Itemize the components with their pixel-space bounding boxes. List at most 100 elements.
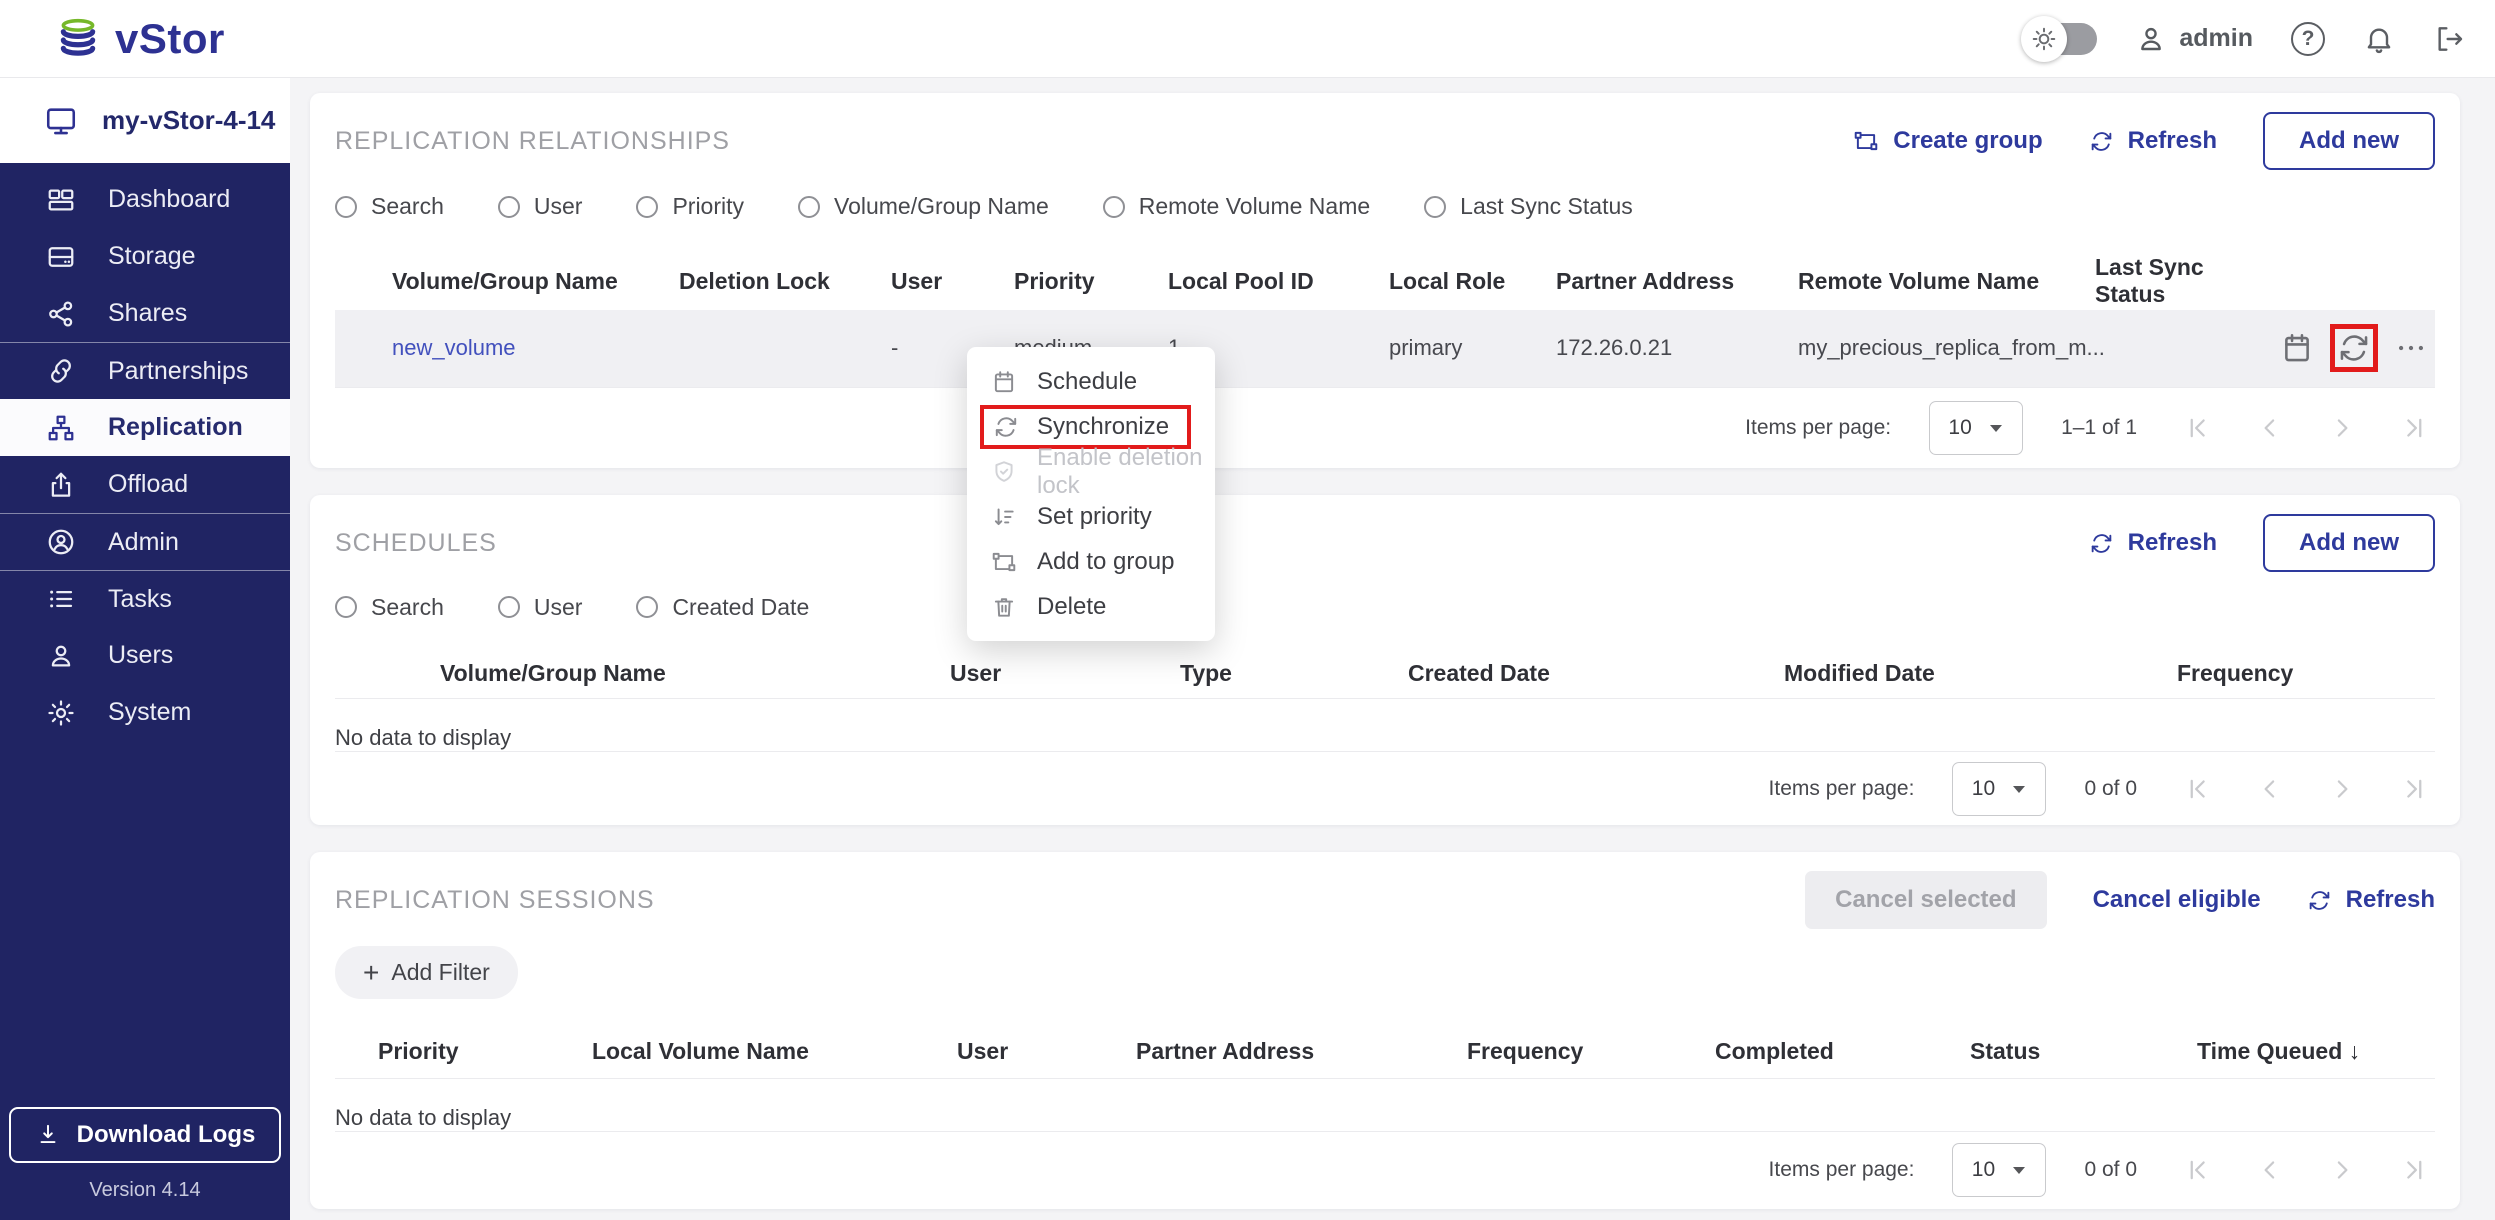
pager: [2183, 774, 2429, 804]
synchronize-icon[interactable]: [2337, 331, 2371, 365]
sidebar-item-system[interactable]: System: [0, 684, 290, 741]
filter-radio[interactable]: Created Date: [636, 594, 809, 621]
schedules-table-header: Volume/Group NameUserTypeCreated DateMod…: [335, 649, 2435, 699]
refresh-icon: [2089, 531, 2114, 556]
column-header[interactable]: Volume/Group Name: [440, 660, 950, 687]
sidebar-footer: Download Logs Version 4.14: [0, 1107, 290, 1220]
column-header[interactable]: Local Pool ID: [1168, 268, 1389, 295]
refresh-button[interactable]: Refresh: [2089, 529, 2217, 557]
filter-radio[interactable]: Remote Volume Name: [1103, 193, 1370, 220]
theme-toggle[interactable]: [2029, 23, 2097, 55]
column-header[interactable]: Priority: [1014, 268, 1168, 295]
download-logs-button[interactable]: Download Logs: [9, 1107, 282, 1163]
column-header[interactable]: Frequency: [1467, 1038, 1715, 1065]
first-page-icon[interactable]: [2183, 413, 2213, 443]
user-menu[interactable]: admin: [2135, 23, 2253, 55]
object-group-icon: [1853, 128, 1879, 154]
refresh-button[interactable]: Refresh: [2307, 886, 2435, 914]
chevron-down-icon: [1988, 422, 2004, 434]
logout-icon[interactable]: [2433, 23, 2465, 55]
sidebar-item-partnerships[interactable]: Partnerships: [0, 342, 290, 399]
filter-radio[interactable]: Last Sync Status: [1424, 193, 1633, 220]
create-group-button[interactable]: Create group: [1853, 127, 2042, 155]
column-header[interactable]: Modified Date: [1784, 660, 2177, 687]
menu-item-delete[interactable]: Delete: [967, 584, 1215, 629]
server-name-item[interactable]: my-vStor-4-14: [0, 78, 290, 163]
radio-icon: [636, 596, 658, 618]
synchronize-highlight-annotation: [2330, 324, 2378, 372]
last-page-icon[interactable]: [2399, 413, 2429, 443]
last-page-icon[interactable]: [2399, 1155, 2429, 1185]
add-new-button[interactable]: Add new: [2263, 514, 2435, 572]
sidebar-item-replication[interactable]: Replication: [0, 399, 290, 456]
filter-radio[interactable]: Priority: [636, 193, 744, 220]
column-header[interactable]: User: [891, 268, 1014, 295]
volume-name-link[interactable]: new_volume: [392, 335, 679, 361]
object-group-icon: [991, 549, 1017, 575]
menu-item-label: Set priority: [1037, 503, 1152, 531]
sidebar-item-storage[interactable]: Storage: [0, 228, 290, 285]
page-size-select[interactable]: 10: [1952, 1143, 2046, 1197]
help-icon[interactable]: ?: [2291, 22, 2325, 56]
cancel-eligible-button[interactable]: Cancel eligible: [2093, 886, 2261, 914]
previous-page-icon[interactable]: [2255, 413, 2285, 443]
filter-radio[interactable]: Volume/Group Name: [798, 193, 1049, 220]
sidebar-item-users[interactable]: Users: [0, 627, 290, 684]
sidebar-item-label: Storage: [108, 242, 196, 271]
page-size-select[interactable]: 10: [1952, 762, 2046, 816]
column-header[interactable]: Priority: [378, 1038, 592, 1065]
column-header[interactable]: Remote Volume Name: [1798, 268, 2095, 295]
menu-item-enable-deletion-lock[interactable]: Enable deletion lock: [967, 449, 1215, 494]
add-new-button[interactable]: Add new: [2263, 112, 2435, 170]
more-actions-ellipsis-icon[interactable]: [2394, 331, 2428, 365]
next-page-icon[interactable]: [2327, 413, 2357, 443]
main-content: REPLICATION RELATIONSHIPS Create group R…: [290, 78, 2495, 1220]
column-header[interactable]: User: [950, 660, 1180, 687]
column-header[interactable]: Partner Address: [1556, 268, 1798, 295]
column-header[interactable]: Completed: [1715, 1038, 1970, 1065]
column-header[interactable]: Created Date: [1408, 660, 1784, 687]
sidebar-item-dashboard[interactable]: Dashboard: [0, 171, 290, 228]
menu-item-synchronize[interactable]: Synchronize: [967, 404, 1215, 449]
column-header[interactable]: Frequency: [2177, 660, 2435, 687]
page-size-select[interactable]: 10: [1929, 401, 2023, 455]
synchronize-highlight-annotation: Synchronize: [980, 405, 1191, 449]
next-page-icon[interactable]: [2327, 774, 2357, 804]
first-page-icon[interactable]: [2183, 1155, 2213, 1185]
sidebar-item-admin[interactable]: Admin: [0, 513, 290, 570]
column-header[interactable]: Local Volume Name: [592, 1038, 957, 1065]
filter-radio[interactable]: User: [498, 193, 583, 220]
column-header[interactable]: Time Queued ↓: [2197, 1038, 2435, 1065]
column-header[interactable]: Partner Address: [1136, 1038, 1467, 1065]
column-header[interactable]: Last Sync Status: [2095, 254, 2280, 308]
column-header[interactable]: Deletion Lock: [679, 268, 891, 295]
last-page-icon[interactable]: [2399, 774, 2429, 804]
relationship-row[interactable]: new_volume - medium 1 primary 172.26.0.2…: [335, 310, 2435, 387]
refresh-button[interactable]: Refresh: [2089, 127, 2217, 155]
relationships-filters: Search User Priority Volume/Grou: [335, 189, 2435, 225]
column-header[interactable]: Type: [1180, 660, 1408, 687]
previous-page-icon[interactable]: [2255, 774, 2285, 804]
column-header[interactable]: User: [957, 1038, 1136, 1065]
notifications-bell-icon[interactable]: [2363, 23, 2395, 55]
sidebar-item-shares[interactable]: Shares: [0, 285, 290, 342]
next-page-icon[interactable]: [2327, 1155, 2357, 1185]
sidebar-item-tasks[interactable]: Tasks: [0, 570, 290, 627]
add-filter-button[interactable]: + Add Filter: [335, 946, 518, 999]
column-header[interactable]: Local Role: [1389, 268, 1556, 295]
schedule-calendar-icon[interactable]: [2280, 331, 2314, 365]
sidebar-item-offload[interactable]: Offload: [0, 456, 290, 513]
column-header[interactable]: Status: [1970, 1038, 2197, 1065]
previous-page-icon[interactable]: [2255, 1155, 2285, 1185]
first-page-icon[interactable]: [2183, 774, 2213, 804]
schedules-filters: Search User Created Date: [335, 591, 2435, 623]
menu-item-add-to-group[interactable]: Add to group: [967, 539, 1215, 584]
column-header[interactable]: Volume/Group Name: [392, 268, 679, 295]
radio-icon: [335, 196, 357, 218]
filter-radio[interactable]: User: [498, 594, 583, 621]
filter-radio[interactable]: Search: [335, 594, 444, 621]
filter-radio[interactable]: Search: [335, 193, 444, 220]
cancel-selected-button[interactable]: Cancel selected: [1805, 871, 2046, 929]
menu-item-set-priority[interactable]: Set priority: [967, 494, 1215, 539]
menu-item-schedule[interactable]: Schedule: [967, 359, 1215, 404]
